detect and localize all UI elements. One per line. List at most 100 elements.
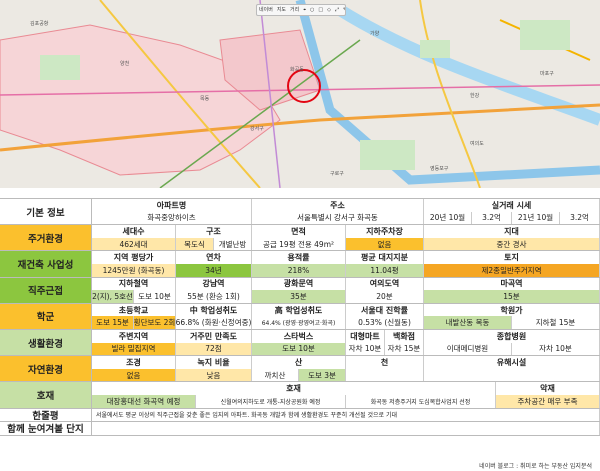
column-header: 주소 [252, 199, 424, 212]
column-header: 녹지 비율 [176, 356, 252, 369]
row-category: 호재 [0, 382, 92, 408]
column-header: 조경 [92, 356, 176, 369]
table-row: 생활환경 주변지역 거주민 만족도 스타벅스 대형마트 백화점 종합병원 빌라 밀집지역 72점… [0, 329, 600, 357]
table-cell: 3.2억 [472, 211, 512, 225]
map-toolbar-item-6[interactable]: ◇ [325, 7, 333, 13]
map-area[interactable]: 네이버지도거리⌖○□◇⤢✎ 양천 목동 화곡동 김포공항 강서구 여의도 영등포… [0, 0, 600, 188]
column-header: 여의도역 [346, 277, 424, 291]
table-cell: 서울에서도 평균 이상의 직주근접을 갖춘 좋은 입지의 아파트. 화곡동 개발… [92, 408, 600, 422]
table-cell: 도보 15분 [92, 316, 134, 329]
column-header: 지역 평당가 [92, 251, 176, 264]
table-cell: 주차공간 매우 부족 [496, 394, 600, 408]
table-cell: 자차 10분 [346, 342, 385, 356]
map-toolbar-item-7[interactable]: ⤢ [333, 7, 341, 13]
map-label: 가양 [370, 31, 380, 37]
table-cell: 내발산동 목동 [424, 316, 512, 329]
row-category: 생활환경 [0, 329, 92, 356]
row-category: 학군 [0, 303, 92, 329]
column-header: 면적 [252, 225, 346, 238]
table-row: 함께 눈여겨볼 단지 [0, 422, 600, 436]
table-cell: 횡단보도 2회 [134, 316, 176, 329]
map-toolbar-item-2[interactable]: 거리 [288, 7, 301, 13]
table-cell: 55분 (환승 1회) [176, 290, 252, 303]
row-category: 자연환경 [0, 356, 92, 382]
table-row: 한줄평 서울에서도 평균 이상의 직주근접을 갖춘 좋은 입지의 아파트. 화곡동… [0, 408, 600, 423]
table-cell: 빌라 밀집지역 [92, 342, 176, 356]
map-toolbar-item-8[interactable]: ✎ [341, 7, 345, 13]
table-row: 호재 호재 악재 대장홍대선 화곡역 예정 신월여의지하도로 개통-지상공원화 예정 화곡… [0, 382, 600, 409]
column-header: 中 학업성취도 [176, 303, 252, 317]
table-row: 기본 정보 아파트명 주소 실거래 시세 화곡중앙하이츠 서울특별시 강서구 화곡동 20년… [0, 198, 600, 226]
table-cell: 중간 경사 [424, 237, 600, 251]
map-toolbar-item-0[interactable]: 네이버 [257, 7, 275, 13]
table-cell [92, 422, 600, 435]
table-cell: 대장홍대선 화곡역 예정 [92, 394, 196, 408]
table-cell: 개별난방 [214, 237, 252, 251]
column-header: 高 학업성취도 [252, 303, 346, 317]
table-cell: 이대메디병원 [424, 342, 512, 356]
table-cell: 35분 [252, 290, 346, 303]
map-label: 한강 [470, 93, 480, 99]
column-header: 호재 [92, 382, 496, 395]
table-cell: 낮음 [176, 368, 252, 382]
table-cell: 34년 [176, 263, 252, 277]
table-cell: 462세대 [92, 237, 176, 251]
table-cell: 제2종일반주거지역 [424, 263, 600, 277]
map-label: 마포구 [540, 71, 554, 77]
column-header: 천 [346, 356, 424, 369]
column-header: 마곡역 [424, 277, 600, 291]
table-cell [424, 368, 600, 382]
table-cell: 66.8% (화원·신정여중) [176, 316, 252, 329]
table-cell: 11.04평 [346, 263, 424, 277]
analysis-table: 기본 정보 아파트명 주소 실거래 시세 화곡중앙하이츠 서울특별시 강서구 화곡동 20년… [0, 198, 600, 436]
map-toolbar-item-5[interactable]: □ [316, 7, 325, 13]
table-cell: 도보 10분 [252, 342, 346, 356]
row-category: 기본 정보 [0, 199, 92, 225]
table-cell [346, 368, 424, 382]
row-category: 주거환경 [0, 225, 92, 251]
map-label: 여의도 [470, 141, 484, 147]
table-cell: 까치산 [252, 368, 299, 382]
table-cell: 서울특별시 강서구 화곡동 [252, 211, 424, 225]
table-cell: 없음 [92, 368, 176, 382]
column-header: 연차 [176, 251, 252, 264]
table-cell: 화곡중앙하이츠 [92, 211, 252, 225]
table-cell: 20년 10월 [424, 211, 472, 225]
row-category: 재건축 사업성 [0, 251, 92, 277]
table-cell: 공급 19평 전용 49m² [252, 237, 346, 251]
column-header: 초등학교 [92, 303, 176, 317]
column-header: 거주민 만족도 [176, 329, 252, 343]
table-cell: 화곡동 저층주거지 도심복합사업지 선정 [346, 394, 496, 408]
table-cell: 복도식 [176, 237, 214, 251]
table-cell: 15분 [424, 290, 600, 303]
row-category: 함께 눈여겨볼 단지 [0, 422, 92, 435]
column-header: 악재 [496, 382, 600, 395]
table-cell: 자차 10분 [512, 342, 600, 356]
table-cell: 64.4% (광영·광영여고·화곡) [252, 316, 346, 329]
map-label: 목동 [200, 96, 210, 102]
table-cell: 21년 10월 [512, 211, 560, 225]
table-cell: 신월여의지하도로 개통-지상공원화 예정 [196, 394, 346, 408]
column-header: 아파트명 [92, 199, 252, 212]
column-header: 학원가 [424, 303, 600, 317]
map-label: 강서구 [250, 126, 264, 132]
table-row: 자연환경 조경 녹지 비율 산 천 유해시설 없음 낮음 까치산 도보 3분 [0, 356, 600, 383]
column-header: 강남역 [176, 277, 252, 291]
column-header: 지하철역 [92, 277, 176, 291]
table-cell: 0.53% (신월동) [346, 316, 424, 329]
row-category: 한줄평 [0, 408, 92, 422]
column-header: 평균 대지지분 [346, 251, 424, 264]
map-toolbar[interactable]: 네이버지도거리⌖○□◇⤢✎ [256, 4, 346, 16]
column-header: 백화점 [385, 329, 424, 343]
map-label: 화곡동 [290, 67, 304, 73]
table-cell: 도보 3분 [299, 368, 346, 382]
footer-credit: 네이버 블로그 : 취미로 하는 부동산 입지분석 [479, 463, 592, 470]
table-cell: 72점 [176, 342, 252, 356]
table-cell: 1245만원 (화곡동) [92, 263, 176, 277]
table-row: 직주근접 지하철역 강남역 광화문역 여의도역 마곡역 2(지), 5호선 도보 10분 55분… [0, 277, 600, 304]
column-header: 산 [252, 356, 346, 369]
table-cell: 자차 15분 [385, 342, 424, 356]
row-category: 직주근접 [0, 277, 92, 303]
table-cell: 없음 [346, 237, 424, 251]
map-toolbar-item-1[interactable]: 지도 [275, 7, 288, 13]
